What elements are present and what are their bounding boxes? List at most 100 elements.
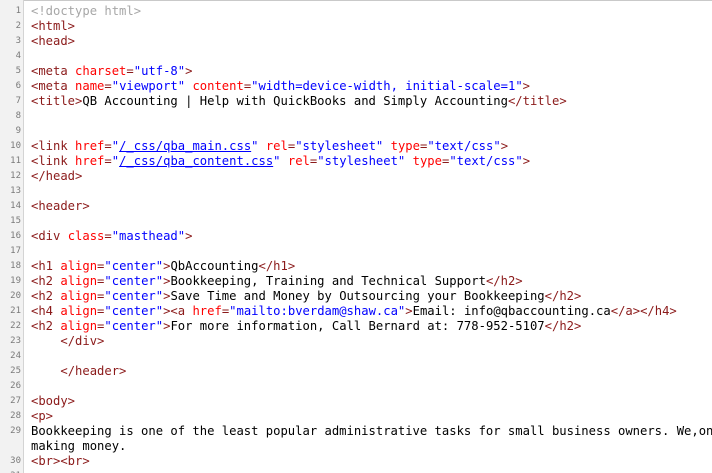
line-number: 23 — [10, 336, 21, 346]
line-number: 26 — [10, 381, 21, 391]
code-text: <html> — [31, 19, 75, 34]
code-token: > — [522, 79, 531, 93]
code-token: " — [111, 154, 120, 168]
source-line: 13 — [0, 184, 712, 199]
line-number: 1 — [15, 6, 21, 16]
code-token: "center" — [104, 319, 164, 333]
code-token: align — [60, 274, 98, 288]
source-line: 1 <!doctype html> — [0, 4, 712, 19]
code-text: <br><br> — [31, 454, 90, 469]
line-number: 10 — [10, 141, 21, 151]
code-token: Bookkeeping, Training and Technical Supp… — [170, 274, 486, 288]
code-token: "text/css" — [427, 139, 501, 153]
code-token: </h1> — [258, 259, 296, 273]
code-token: </div> — [60, 334, 105, 348]
code-token: "center" — [104, 274, 164, 288]
code-token: For more information, Call Bernard at: 7… — [170, 319, 545, 333]
source-line: 14 <header> — [0, 199, 712, 214]
code-token: <link — [31, 154, 76, 168]
code-token: "viewport" — [111, 79, 186, 93]
code-token: <h2 — [31, 289, 61, 303]
source-line: 23 </div> — [0, 334, 712, 349]
code-token: <html> — [31, 19, 76, 33]
code-token: </h2> — [544, 319, 582, 333]
line-number: 30 — [10, 456, 21, 466]
code-token: <header> — [31, 199, 90, 213]
code-token: rel — [265, 139, 288, 153]
line-number: 29 — [10, 426, 21, 436]
source-line: making money. — [0, 439, 712, 454]
line-number: 21 — [10, 306, 21, 316]
source-line: 19 <h2 align="center">Bookkeeping, Traini… — [0, 274, 712, 289]
code-token: </head> — [31, 169, 83, 183]
source-line: 26 — [0, 379, 712, 394]
code-token: <h2 — [31, 319, 61, 333]
code-token: QB Accounting | Help with QuickBooks and… — [82, 94, 508, 108]
source-line: 6 <meta name="viewport" content="width=de… — [0, 79, 712, 94]
code-token: > — [185, 229, 193, 243]
code-token: > — [405, 304, 413, 318]
code-token: align — [60, 259, 98, 273]
code-token: <meta — [31, 79, 76, 93]
line-number: 9 — [15, 126, 21, 136]
code-text: <!doctype html> — [31, 4, 141, 19]
code-text: Bookkeeping is one of the least popular … — [31, 424, 712, 439]
source-lines: 1 <!doctype html> 2 <html> 3 <head> 4 5 <meta ch… — [0, 4, 712, 473]
code-token: href — [75, 154, 105, 168]
code-token: "utf-8" — [133, 64, 186, 78]
source-line: 4 — [0, 49, 712, 64]
line-number: 20 — [10, 291, 21, 301]
code-text: <link href="/_css/qba_content.css" rel="… — [31, 154, 530, 169]
code-text: <h2 align="center">For more information,… — [31, 319, 581, 334]
source-line: 18 <h1 align="center">QbAccounting</h1> — [0, 259, 712, 274]
code-token: = — [104, 79, 112, 93]
code-token: <title> — [31, 94, 83, 108]
source-viewer[interactable]: 1 <!doctype html> 2 <html> 3 <head> 4 5 <meta ch… — [0, 0, 712, 473]
source-line: 29 Bookkeeping is one of the least popula… — [0, 424, 712, 439]
code-token: " — [251, 139, 259, 153]
code-token: > — [185, 64, 193, 78]
code-token: <h4 — [31, 304, 61, 318]
code-token: QbAccounting — [170, 259, 259, 273]
code-token: Email: info@qbaccounting.ca — [412, 304, 611, 318]
source-line: 20 <h2 align="center">Save Time and Money… — [0, 289, 712, 304]
line-number: 15 — [10, 216, 21, 226]
source-line: 10 <link href="/_css/qba_main.css" rel="s… — [0, 139, 712, 154]
source-line: 12 </head> — [0, 169, 712, 184]
code-token: rel — [287, 154, 310, 168]
code-token: "stylesheet" — [317, 154, 406, 168]
source-line: 21 <h4 align="center"><a href="mailto:bve… — [0, 304, 712, 319]
source-line: 24 — [0, 349, 712, 364]
code-token: <div — [31, 229, 68, 243]
code-text: <h2 align="center">Bookkeeping, Training… — [31, 274, 523, 289]
line-number: 28 — [10, 411, 21, 421]
code-token: charset — [75, 64, 127, 78]
code-token: <meta — [31, 64, 76, 78]
code-token: "mailto:bverdam@shaw.ca" — [229, 304, 406, 318]
source-line: 2 <html> — [0, 19, 712, 34]
code-token: "center" — [104, 259, 164, 273]
line-number: 27 — [10, 396, 21, 406]
code-token: class — [67, 229, 105, 243]
line-number: 22 — [10, 321, 21, 331]
code-token: = — [104, 154, 112, 168]
code-token: type — [412, 154, 442, 168]
stylesheet-link[interactable]: /_css/qba_content.css — [119, 154, 273, 168]
stylesheet-link[interactable]: /_css/qba_main.css — [119, 139, 251, 153]
line-number: 4 — [15, 51, 21, 61]
code-text: <link href="/_css/qba_main.css" rel="sty… — [31, 139, 508, 154]
line-number: 11 — [10, 156, 21, 166]
line-number: 2 — [15, 21, 21, 31]
code-token: <br><br> — [31, 454, 90, 468]
line-number: 13 — [10, 186, 21, 196]
code-token: <link — [31, 139, 76, 153]
code-token: href — [192, 304, 222, 318]
code-token: <body> — [31, 394, 76, 408]
code-token: > — [500, 139, 509, 153]
